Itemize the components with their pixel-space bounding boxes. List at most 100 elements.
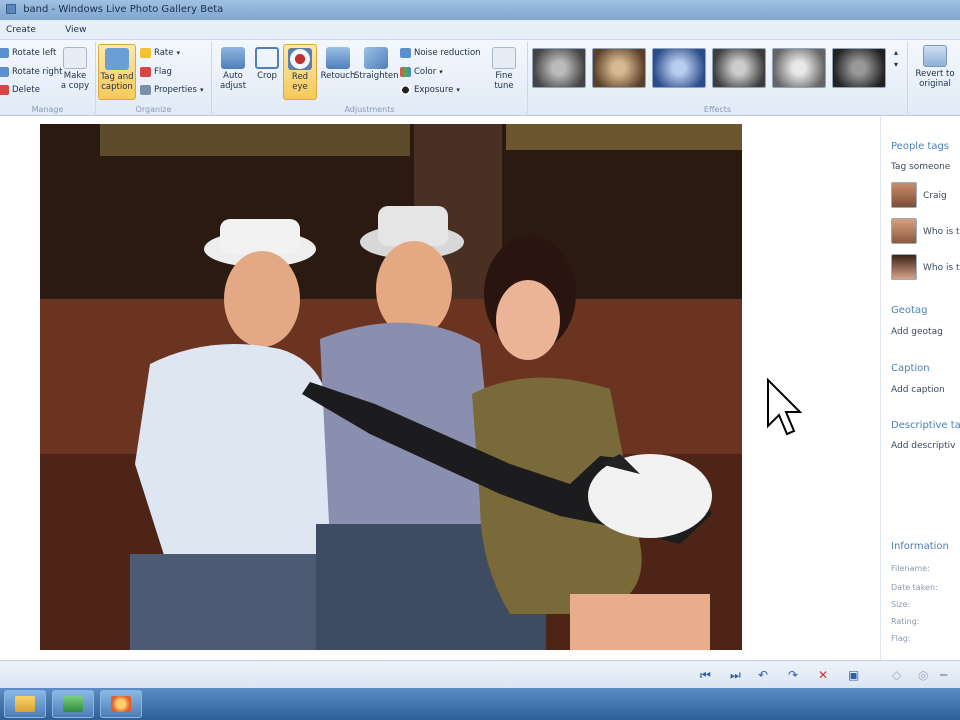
info-pane: People tags Tag someone Craig Who is t W…: [880, 117, 960, 660]
photo-viewer: [0, 117, 880, 660]
delete-icon: [0, 85, 9, 95]
delete-icon[interactable]: ✕: [818, 669, 828, 681]
tag-icon: [105, 48, 129, 70]
chevron-down-icon: ▾: [199, 86, 204, 94]
people-tags-heading: People tags: [891, 141, 950, 152]
revert-to-original-button[interactable]: Revert to original: [912, 42, 958, 98]
zoom-slider[interactable]: ━: [940, 669, 947, 681]
next-icon[interactable]: ⏭: [730, 669, 741, 681]
taskbar: [0, 688, 960, 720]
rotate-right-button[interactable]: Rotate right: [0, 67, 63, 77]
rotate-right-icon: [0, 67, 9, 77]
noise-reduction-icon: [400, 48, 411, 58]
person-tag-label[interactable]: Who is t: [923, 263, 960, 273]
info-date-taken-label: Date taken:: [891, 583, 938, 592]
color-button[interactable]: Color ▾: [400, 67, 443, 77]
effect-dark[interactable]: [832, 48, 886, 88]
chevron-down-icon: ▾: [439, 68, 443, 76]
title-bar: band - Windows Live Photo Gallery Beta: [0, 0, 960, 20]
rotate-left-button[interactable]: Rotate left: [0, 48, 56, 58]
organize-group-label: Organize: [135, 105, 172, 114]
fine-tune-icon: [492, 47, 516, 69]
straighten-button[interactable]: Straighten: [354, 44, 399, 100]
menu-bar: Create View: [0, 20, 960, 40]
person-avatar[interactable]: [891, 182, 917, 208]
photo-gallery-taskbar-button[interactable]: [100, 690, 142, 718]
manage-group: Rotate left Rotate right Delete Make a c…: [0, 42, 96, 114]
previous-icon[interactable]: ⏮: [700, 669, 711, 681]
ribbon: Rotate left Rotate right Delete Make a c…: [0, 40, 960, 116]
person-tag-label[interactable]: Craig: [923, 191, 947, 201]
add-caption-link[interactable]: Add caption: [891, 385, 945, 395]
network-taskbar-button[interactable]: [52, 690, 94, 718]
retouch-icon: [326, 47, 350, 69]
info-filename-label: Filename:: [891, 564, 930, 573]
network-icon: [63, 696, 83, 712]
rotate-left-icon: [0, 48, 9, 58]
person-avatar[interactable]: [891, 254, 917, 280]
effect-sepia[interactable]: [592, 48, 646, 88]
chevron-down-icon: ▾: [456, 86, 460, 94]
information-heading: Information: [891, 541, 949, 552]
info-size-label: Size:: [891, 600, 911, 609]
auto-adjust-icon: [221, 47, 245, 69]
color-icon: [400, 67, 411, 77]
adjustments-group: Auto adjust Crop Red eye Retouch Straigh…: [212, 42, 528, 114]
effect-light[interactable]: [772, 48, 826, 88]
slideshow-icon[interactable]: ▣: [848, 669, 859, 681]
red-eye-button[interactable]: Red eye: [283, 44, 317, 100]
menu-view[interactable]: View: [65, 20, 86, 40]
exposure-button[interactable]: Exposure ▾: [400, 85, 460, 95]
window-title: band - Windows Live Photo Gallery Beta: [23, 4, 224, 15]
photo-gallery-icon: [111, 696, 131, 712]
revert-icon: [923, 45, 947, 67]
photo-image: [40, 124, 742, 650]
person-tag-label[interactable]: Who is t: [923, 227, 960, 237]
add-descriptive-tags-link[interactable]: Add descriptiv: [891, 441, 955, 451]
copy-icon: [63, 47, 87, 69]
tag-and-caption-button[interactable]: Tag and caption: [98, 44, 136, 100]
person-avatar[interactable]: [891, 218, 917, 244]
tag-someone-link[interactable]: Tag someone: [891, 162, 950, 172]
chevron-up-icon: ▴: [894, 48, 899, 57]
effect-black-white[interactable]: [532, 48, 586, 88]
chevron-down-icon: ▾: [894, 60, 899, 69]
exposure-icon: [400, 85, 411, 95]
crop-icon: [255, 47, 279, 69]
effects-scroll[interactable]: ▴ ▾: [894, 48, 898, 69]
auto-adjust-button[interactable]: Auto adjust: [216, 44, 250, 100]
effect-cyanotype[interactable]: [652, 48, 706, 88]
photo[interactable]: [40, 124, 742, 650]
rotate-right-icon[interactable]: ↷: [788, 669, 798, 681]
effect-grayscale[interactable]: [712, 48, 766, 88]
effects-gallery: [532, 48, 886, 94]
star-icon: [140, 48, 151, 58]
info-flag-label: Flag:: [891, 634, 911, 643]
fit-icon[interactable]: ◇: [892, 669, 901, 681]
noise-reduction-button[interactable]: Noise reduction: [400, 48, 481, 58]
caption-heading: Caption: [891, 363, 930, 374]
descriptive-tags-heading: Descriptive ta: [891, 420, 960, 431]
eye-icon: [288, 48, 312, 70]
make-copy-button[interactable]: Make a copy: [58, 44, 92, 100]
add-geotag-link[interactable]: Add geotag: [891, 327, 943, 337]
explorer-taskbar-button[interactable]: [4, 690, 46, 718]
retouch-button[interactable]: Retouch: [318, 44, 358, 100]
menu-create[interactable]: Create: [6, 20, 36, 40]
effects-group-label: Effects: [703, 105, 732, 114]
flag-button[interactable]: Flag: [140, 67, 172, 77]
chevron-down-icon: ▾: [176, 49, 181, 57]
straighten-icon: [364, 47, 388, 69]
delete-button[interactable]: Delete: [0, 85, 40, 95]
geotag-heading: Geotag: [891, 305, 928, 316]
fine-tune-button[interactable]: Fine tune: [486, 44, 522, 100]
flag-icon: [140, 67, 151, 77]
properties-button[interactable]: Properties ▾: [140, 85, 203, 95]
crop-button[interactable]: Crop: [250, 44, 284, 100]
adjustments-group-label: Adjustments: [344, 105, 395, 114]
folder-icon: [15, 696, 35, 712]
rate-button[interactable]: Rate ▾: [140, 48, 180, 58]
rotate-left-icon[interactable]: ↶: [758, 669, 768, 681]
zoom-slider-icon[interactable]: ◎: [918, 669, 928, 681]
properties-icon: [140, 85, 151, 95]
